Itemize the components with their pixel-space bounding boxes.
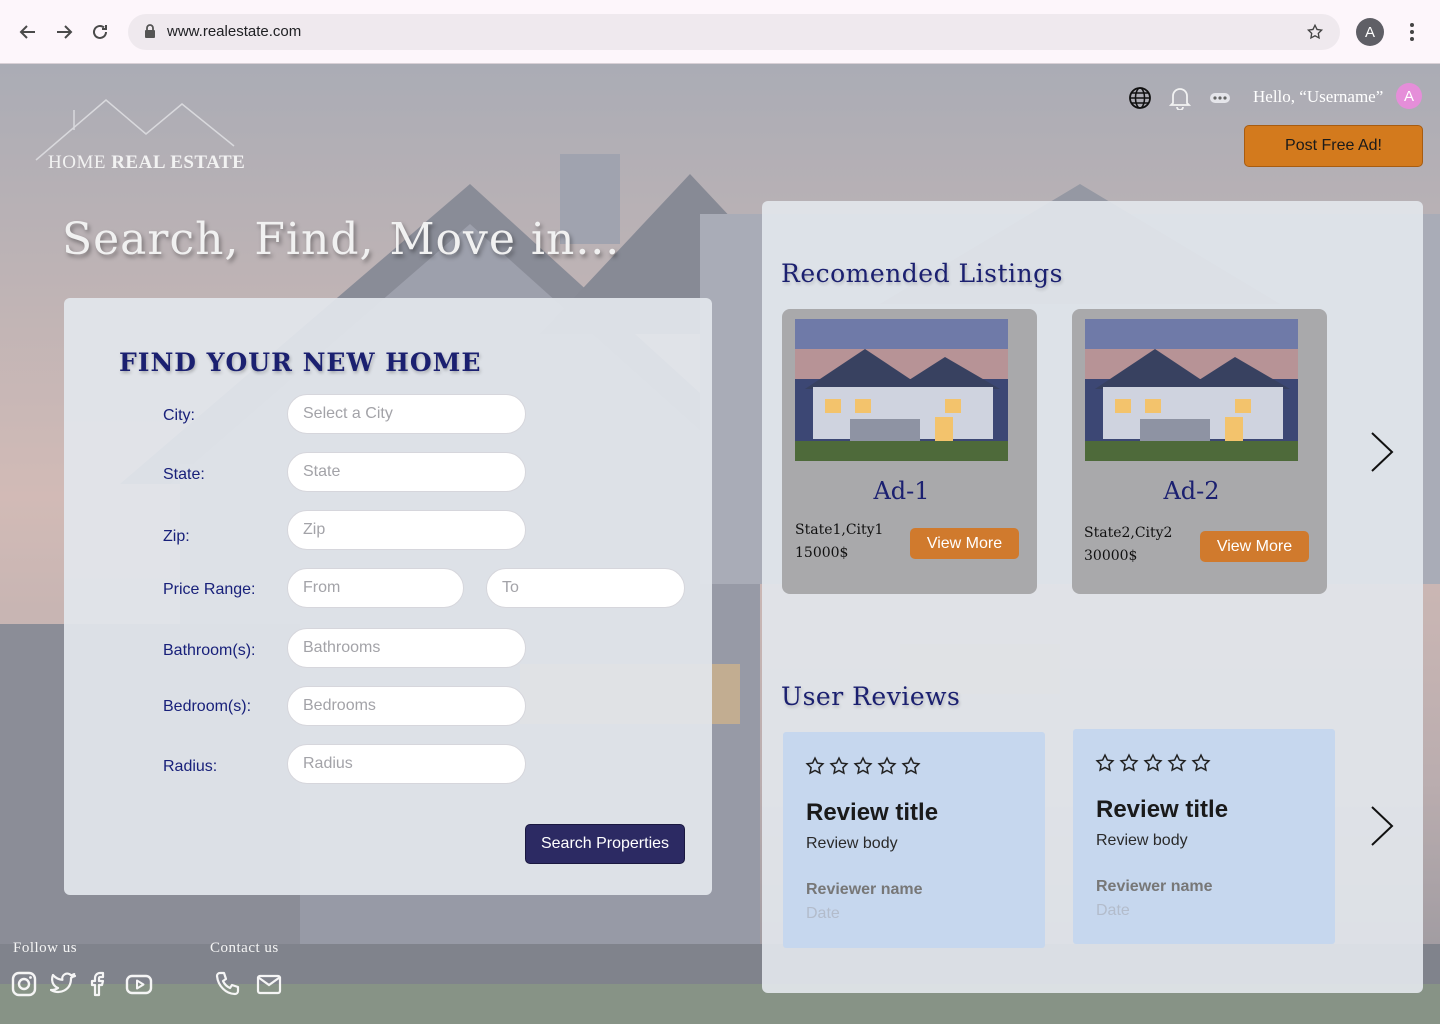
review-body: Review body xyxy=(806,835,898,852)
user-reviews-title: User Reviews xyxy=(781,682,961,711)
review-card: Review title Review body Reviewer name D… xyxy=(783,732,1045,948)
review-date: Date xyxy=(1096,902,1130,919)
price-from-field[interactable] xyxy=(287,568,464,608)
reviews-next-arrow-icon[interactable] xyxy=(1368,804,1396,848)
forward-icon[interactable] xyxy=(50,18,78,46)
right-panel: Recomended Listings Ad-1 State1,City1 15… xyxy=(762,201,1423,993)
language-globe-icon[interactable] xyxy=(1128,86,1152,110)
zip-label: Zip: xyxy=(163,528,190,545)
hero-tagline: Search, Find, Move in... xyxy=(62,214,621,265)
star-icon xyxy=(901,756,921,775)
listing-card[interactable]: Ad-2 State2,City2 30000$ View More xyxy=(1072,309,1327,594)
search-properties-button[interactable]: Search Properties xyxy=(525,824,685,864)
phone-icon[interactable] xyxy=(214,970,242,998)
rating-stars xyxy=(1095,753,1211,773)
listing-title: Ad-2 xyxy=(1163,477,1220,505)
follow-us-label: Follow us xyxy=(13,940,78,956)
back-icon[interactable] xyxy=(14,18,42,46)
brand-word-home: HOME xyxy=(48,152,106,173)
star-icon xyxy=(853,756,873,775)
page-content: HOME REAL ESTATE Hello, “Username” A Pos… xyxy=(0,64,1440,1024)
star-icon xyxy=(1167,753,1187,772)
browser-menu-icon[interactable] xyxy=(1400,18,1424,46)
listing-location: State1,City1 xyxy=(795,522,884,538)
listing-price: 30000$ xyxy=(1084,548,1138,564)
listing-house-photo xyxy=(1085,319,1298,461)
city-select-field[interactable] xyxy=(287,394,526,434)
view-more-button[interactable]: View More xyxy=(910,528,1019,559)
star-icon xyxy=(1143,753,1163,772)
price-range-label: Price Range: xyxy=(163,581,256,598)
listing-price: 15000$ xyxy=(795,545,849,561)
review-title: Review title xyxy=(1096,796,1229,823)
brand-name[interactable]: HOME REAL ESTATE xyxy=(48,152,245,174)
post-free-ad-button[interactable]: Post Free Ad! xyxy=(1244,125,1423,167)
bedrooms-field[interactable] xyxy=(287,686,526,726)
radius-label: Radius: xyxy=(163,758,218,775)
instagram-icon[interactable] xyxy=(10,970,38,998)
radius-field[interactable] xyxy=(287,744,526,784)
bedrooms-label: Bedroom(s): xyxy=(163,698,252,715)
listing-title: Ad-1 xyxy=(873,477,930,505)
listing-house-photo xyxy=(795,319,1008,461)
reviewer-name: Reviewer name xyxy=(1096,878,1213,895)
rating-stars xyxy=(805,756,921,776)
star-icon xyxy=(805,756,825,775)
recommended-listings-title: Recomended Listings xyxy=(781,259,1063,288)
star-icon xyxy=(1119,753,1139,772)
brand-word-real-estate: REAL ESTATE xyxy=(111,152,246,173)
city-label: City: xyxy=(163,407,195,424)
user-greeting[interactable]: Hello, “Username” xyxy=(1253,87,1383,107)
review-card: Review title Review body Reviewer name D… xyxy=(1073,729,1335,944)
address-bar[interactable]: www.realestate.com xyxy=(128,14,1340,50)
url-text: www.realestate.com xyxy=(167,23,302,40)
lock-icon xyxy=(144,24,156,44)
contact-us-label: Contact us xyxy=(210,940,279,956)
zip-field[interactable] xyxy=(287,510,526,550)
form-title: FIND YOUR NEW HOME xyxy=(119,348,482,377)
state-field[interactable] xyxy=(287,452,526,492)
facebook-icon[interactable] xyxy=(86,970,114,998)
browser-profile-avatar[interactable]: A xyxy=(1356,18,1384,46)
listing-card[interactable]: Ad-1 State1,City1 15000$ View More xyxy=(782,309,1037,594)
bookmark-star-icon[interactable] xyxy=(1306,23,1324,46)
price-to-field[interactable] xyxy=(486,568,685,608)
bathrooms-field[interactable] xyxy=(287,628,526,668)
review-date: Date xyxy=(806,905,840,922)
youtube-icon[interactable] xyxy=(125,970,153,998)
listings-next-arrow-icon[interactable] xyxy=(1368,430,1396,474)
star-icon xyxy=(1095,753,1115,772)
view-more-button[interactable]: View More xyxy=(1200,531,1309,562)
mail-icon[interactable] xyxy=(255,970,283,998)
user-avatar[interactable]: A xyxy=(1396,83,1422,109)
reviewer-name: Reviewer name xyxy=(806,881,923,898)
browser-toolbar: www.realestate.com A xyxy=(0,0,1440,64)
star-icon xyxy=(877,756,897,775)
review-body: Review body xyxy=(1096,832,1188,849)
more-options-icon[interactable] xyxy=(1208,86,1232,110)
notification-bell-icon[interactable] xyxy=(1168,86,1192,111)
star-icon xyxy=(1191,753,1211,772)
listing-location: State2,City2 xyxy=(1084,525,1173,541)
bathrooms-label: Bathroom(s): xyxy=(163,642,256,659)
review-title: Review title xyxy=(806,799,939,826)
reload-icon[interactable] xyxy=(86,18,114,46)
twitter-icon[interactable] xyxy=(50,970,78,998)
find-home-form: FIND YOUR NEW HOME City: State: Zip: Pri… xyxy=(64,298,712,895)
state-label: State: xyxy=(163,466,205,483)
star-icon xyxy=(829,756,849,775)
